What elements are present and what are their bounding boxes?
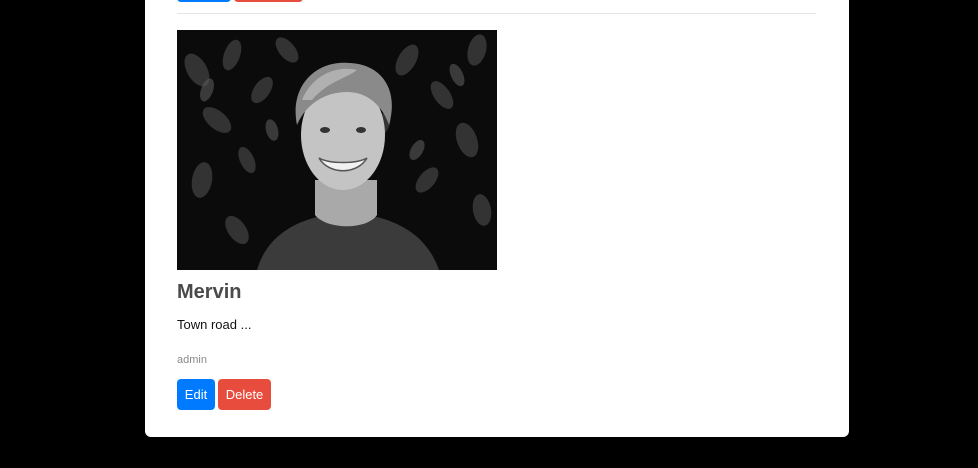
post-title: Mervin xyxy=(177,281,242,303)
previous-delete-button[interactable] xyxy=(234,0,303,2)
post-card: Mervin Town road ... admin Edit Delete xyxy=(145,0,849,437)
post-photo xyxy=(177,30,497,270)
delete-button[interactable]: Delete xyxy=(218,379,271,410)
post-divider xyxy=(177,13,816,14)
previous-post-actions xyxy=(177,0,303,2)
post-actions: Edit Delete xyxy=(177,379,271,410)
edit-button[interactable]: Edit xyxy=(177,379,215,410)
post-body: Town road ... xyxy=(177,317,252,332)
portrait-image xyxy=(177,30,497,270)
previous-edit-button[interactable] xyxy=(177,0,231,2)
post-author: admin xyxy=(177,354,207,366)
